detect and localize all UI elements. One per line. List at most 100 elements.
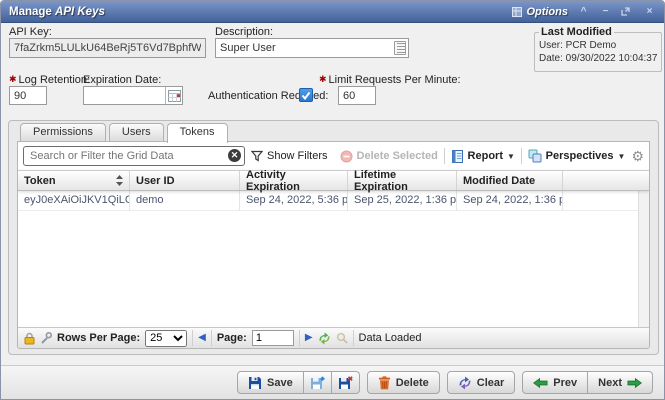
save-close-floppy-icon [338,376,353,390]
rows-per-page-select[interactable]: 25 [145,330,187,347]
next-page-icon[interactable]: ▶ [305,331,313,345]
prev-label: Prev [553,377,577,389]
minimize-icon[interactable]: − [599,6,612,18]
table-row[interactable]: eyJ0eXAiOiJKV1QiLCJ... demo Sep 24, 2022… [18,191,649,211]
prev-next-group: Prev Next [522,371,653,394]
clear-search-icon[interactable]: ✕ [228,149,241,162]
show-filters-button[interactable]: Show Filters [251,150,328,162]
window-title-prefix: Manage [9,6,55,18]
expiration-date-wrap [83,86,183,105]
last-modified-date: Date: 09/30/2022 10:04:37 [539,52,657,65]
next-label: Next [598,377,622,389]
clear-button[interactable]: Clear [447,371,516,394]
rows-per-page-label: Rows Per Page: [57,332,140,344]
save-and-close-button[interactable] [332,371,360,394]
api-key-label: API Key: [9,26,52,38]
tab-tokens[interactable]: Tokens [167,123,228,143]
last-modified-user: User: PCR Demo [539,39,657,52]
search-input[interactable] [23,146,245,166]
cell-lifetime-expiration: Sep 25, 2022, 1:36 pm [348,191,457,211]
tab-permissions[interactable]: Permissions [20,123,106,141]
arrow-left-icon [533,377,548,389]
save-label: Save [267,377,293,389]
options-label: Options [526,6,568,18]
required-asterisk-icon: ✱ [319,74,327,84]
save-new-floppy-icon [310,376,325,390]
tab-strip: Permissions Users Tokens [20,123,228,143]
text-editor-icon[interactable] [394,41,406,55]
collapse-icon[interactable]: ^ [577,6,590,18]
report-label: Report [468,150,503,162]
search-grid-icon [336,332,348,344]
column-header-lifetime-expiration[interactable]: Lifetime Expiration [348,171,457,190]
pagination-bar: Rows Per Page: 25 ◀ Page: ▶ Data Load [18,327,649,348]
prev-page-icon[interactable]: ◀ [198,331,206,345]
next-button[interactable]: Next [588,371,653,394]
tokens-tab-content: ✕ Show Filters Delete Selected [17,141,650,349]
page-number-input[interactable] [252,330,294,346]
description-field-wrap [215,38,409,58]
calendar-icon[interactable] [165,87,182,104]
footer-button-bar: Save Delete Clear [1,365,664,399]
column-header-modified-date[interactable]: Modified Date [457,171,563,190]
options-button[interactable]: Options [512,6,568,18]
filter-funnel-icon [251,150,263,162]
window-title-emphasis: API Keys [55,6,105,18]
grid-toolbar: ✕ Show Filters Delete Selected [18,142,649,170]
grid-scrollbar[interactable] [638,170,649,327]
window-title: Manage API Keys [9,6,105,18]
log-retention-field[interactable] [9,86,47,105]
last-modified-legend: Last Modified [539,26,614,38]
wrench-icon[interactable] [40,332,52,344]
show-filters-label: Show Filters [267,150,328,162]
limit-rpm-field[interactable] [338,86,376,105]
gear-icon[interactable]: ⚙ [631,149,644,163]
delete-button[interactable]: Delete [367,371,440,394]
save-and-new-button[interactable] [304,371,332,394]
chevron-down-icon: ▼ [618,152,626,161]
api-key-form: API Key: Description: Last Modified User… [1,24,664,120]
report-button[interactable]: Report ▼ [451,150,515,163]
save-button[interactable]: Save [237,371,304,394]
api-key-field[interactable] [9,38,206,58]
save-button-group: Save [237,371,360,394]
required-asterisk-icon: ✱ [9,74,17,84]
report-icon [451,150,464,163]
close-icon[interactable]: × [643,6,656,18]
manage-api-keys-window: Manage API Keys Options ^ − × API Key: D… [0,0,665,400]
delete-label: Delete [396,377,429,389]
perspectives-button[interactable]: Perspectives ▼ [528,149,626,163]
log-retention-label: ✱Log Retention: [9,74,90,86]
description-field[interactable] [215,38,409,58]
save-floppy-icon [248,376,262,390]
limit-rpm-label: ✱Limit Requests Per Minute: [319,74,461,86]
grid-header: Token User ID Activity Expiration Lifeti… [18,170,649,191]
options-icon [512,7,522,17]
cell-modified-date: Sep 24, 2022, 1:36 pm [457,191,563,211]
column-header-token[interactable]: Token [18,171,130,190]
search-field-wrap: ✕ [23,146,245,166]
lock-icon[interactable] [24,332,35,345]
column-header-activity-expiration[interactable]: Activity Expiration [240,171,348,190]
sort-icon[interactable] [116,175,123,186]
column-header-empty [563,171,649,190]
minus-circle-icon [340,150,353,163]
auth-required-checkbox[interactable] [299,88,313,102]
grid-status-text: Data Loaded [359,332,422,344]
chevron-down-icon: ▼ [507,152,515,161]
tab-panel: Permissions Users Tokens ✕ Show Filters [8,120,659,355]
popout-icon[interactable] [621,7,634,16]
title-bar: Manage API Keys Options ^ − × [1,1,664,23]
column-header-user-id[interactable]: User ID [130,171,240,190]
arrow-right-icon [627,377,642,389]
trash-icon [378,376,391,390]
perspectives-icon [528,149,542,163]
description-label: Description: [215,26,273,38]
refresh-icon[interactable] [318,332,331,345]
tab-users[interactable]: Users [109,123,164,141]
delete-selected-label: Delete Selected [357,150,438,162]
expiration-date-label: Expiration Date: [83,74,161,86]
cell-activity-expiration: Sep 24, 2022, 5:36 pm [240,191,348,211]
prev-button[interactable]: Prev [522,371,588,394]
delete-selected-button: Delete Selected [340,150,438,163]
